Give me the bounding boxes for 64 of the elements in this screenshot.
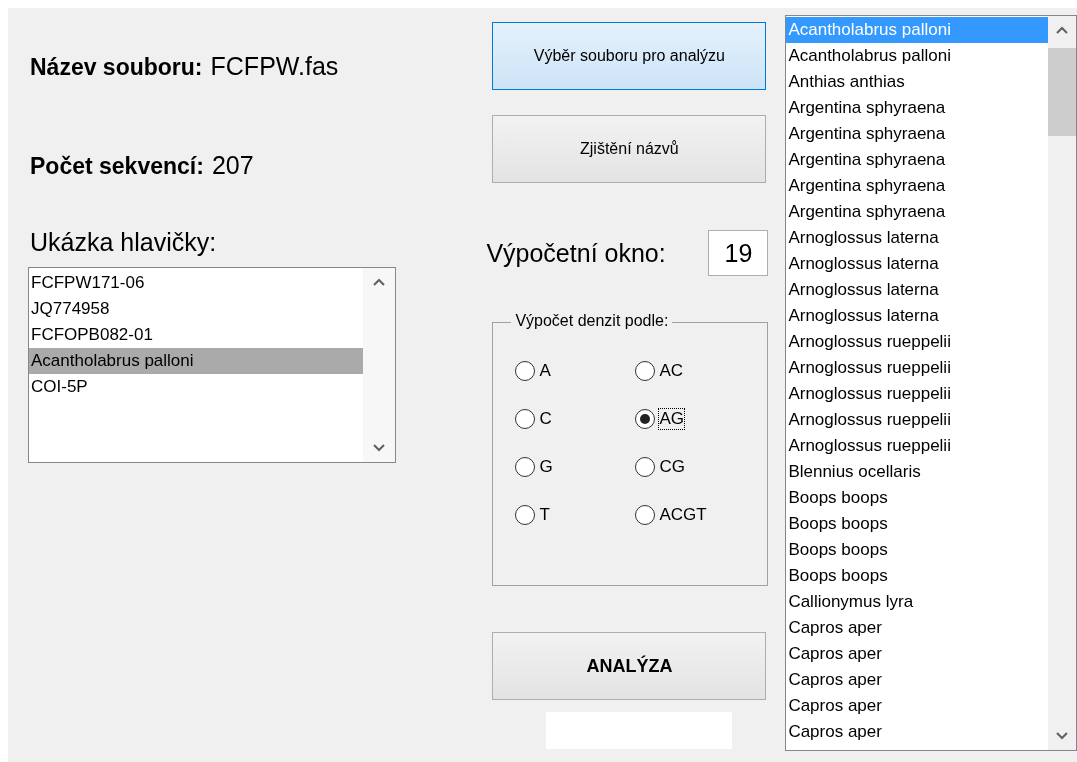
list-item[interactable]: Arnoglossus rueppelii <box>786 381 1048 407</box>
list-item[interactable]: Capros aper <box>786 615 1048 641</box>
scroll-down-icon[interactable] <box>1056 732 1068 740</box>
scroll-down-icon[interactable] <box>373 444 385 452</box>
analyze-button[interactable]: ANALÝZA <box>492 632 767 700</box>
scroll-up-icon[interactable] <box>373 278 385 286</box>
list-item[interactable]: Capros aper <box>786 719 1048 745</box>
section-label: Ukázka hlavičky: <box>30 228 218 257</box>
scroll-thumb[interactable] <box>1048 48 1076 136</box>
list-item[interactable]: Arnoglossus rueppelii <box>786 407 1048 433</box>
list-item[interactable]: COI-5P <box>29 374 363 400</box>
radio-option[interactable]: T <box>515 501 636 529</box>
list-item[interactable]: Blennius ocellaris <box>786 459 1048 485</box>
list-item[interactable]: Boops boops <box>786 537 1048 563</box>
list-item[interactable]: Arnoglossus laterna <box>786 277 1048 303</box>
list-item[interactable]: Arnoglossus laterna <box>786 225 1048 251</box>
list-item[interactable]: Capros aper <box>786 693 1048 719</box>
list-item[interactable]: Boops boops <box>786 485 1048 511</box>
scroll-up-icon[interactable] <box>1056 26 1068 34</box>
radio-option[interactable]: A <box>515 357 636 385</box>
list-item[interactable]: Argentina sphyraena <box>786 147 1048 173</box>
radio-icon[interactable] <box>515 505 536 525</box>
list-item[interactable]: Boops boops <box>786 511 1048 537</box>
list-item[interactable]: FCFOPB082-01 <box>29 322 363 348</box>
radio-icon[interactable] <box>635 409 656 429</box>
list-item[interactable]: Arnoglossus laterna <box>786 303 1048 329</box>
radio-option[interactable]: ACGT <box>635 501 756 529</box>
list-item[interactable]: Argentina sphyraena <box>786 95 1048 121</box>
list-item[interactable]: Anthias anthias <box>786 69 1048 95</box>
radio-option[interactable]: AG <box>635 405 756 433</box>
list-item[interactable]: Capros aper <box>786 641 1048 667</box>
radio-option[interactable]: C <box>515 405 636 433</box>
radio-icon[interactable] <box>515 361 536 381</box>
list-item[interactable]: Capros aper <box>786 667 1048 693</box>
select-file-button[interactable]: Výběr souboru pro analýzu <box>492 22 767 90</box>
field-label: Výpočetní okno: <box>486 238 666 268</box>
list-item[interactable]: Acantholabrus palloni <box>786 43 1048 69</box>
field-label: Počet sekvencí: <box>30 153 204 180</box>
radio-icon[interactable] <box>635 457 656 477</box>
get-names-button[interactable]: Zjištění názvů <box>492 115 767 183</box>
list-item[interactable]: Boops boops <box>786 563 1048 589</box>
list-item[interactable]: JQ774958 <box>29 296 363 322</box>
list-item[interactable]: Callionymus lyra <box>786 589 1048 615</box>
radio-option[interactable]: AC <box>635 357 756 385</box>
group-title: Výpočet denzit podle: <box>511 312 673 330</box>
list-item[interactable]: Acantholabrus palloni <box>29 348 363 374</box>
sequence-count-value: 207 <box>211 151 254 180</box>
list-item[interactable]: Argentina sphyraena <box>786 121 1048 147</box>
radio-icon[interactable] <box>635 505 656 525</box>
list-item[interactable]: Arnoglossus rueppelii <box>786 355 1048 381</box>
radio-option[interactable]: CG <box>635 453 756 481</box>
radio-icon[interactable] <box>515 457 536 477</box>
radio-icon[interactable] <box>515 409 536 429</box>
list-item[interactable]: Arnoglossus rueppelii <box>786 433 1048 459</box>
list-item[interactable]: Argentina sphyraena <box>786 199 1048 225</box>
radio-icon[interactable] <box>635 361 656 381</box>
file-name-value: FCFPW.fas <box>210 52 339 81</box>
list-item[interactable]: Arnoglossus rueppelii <box>786 329 1048 355</box>
radio-option[interactable]: G <box>515 453 636 481</box>
window-size-field[interactable]: 19 <box>708 230 769 276</box>
list-item[interactable]: FCFPW171-06 <box>29 270 363 296</box>
field-label: Název souboru: <box>30 54 203 81</box>
list-item[interactable]: Arnoglossus laterna <box>786 251 1048 277</box>
list-item[interactable]: Argentina sphyraena <box>786 173 1048 199</box>
